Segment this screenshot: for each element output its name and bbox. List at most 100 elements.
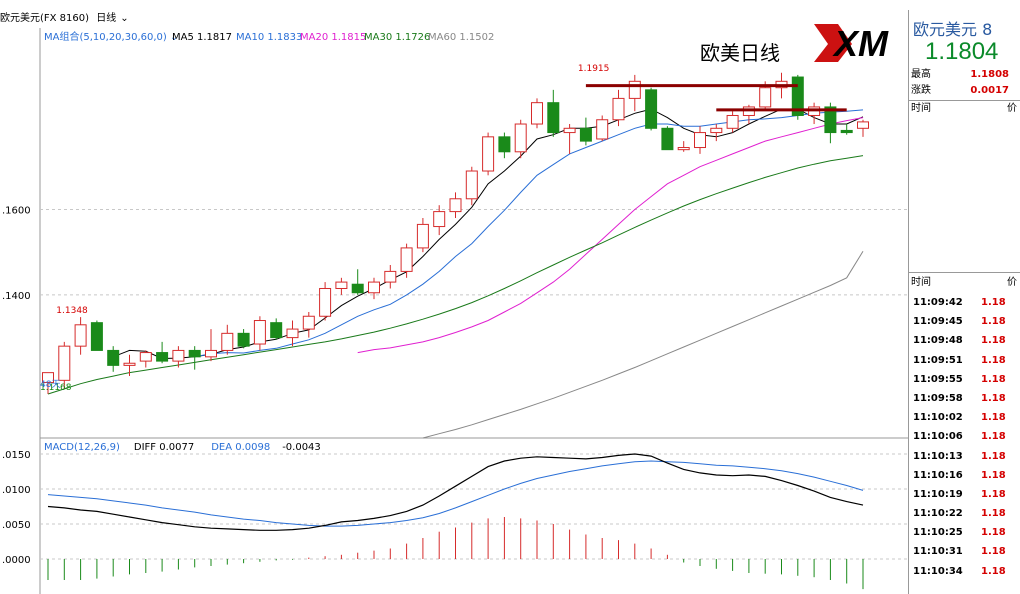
col-price: 价 xyxy=(1007,277,1017,288)
chart-svg: .1600 .1400 .0150 .0100 .0050 .0000 MA组合(5,10,… xyxy=(2,28,908,594)
tick-time: 11:09:58 xyxy=(913,392,963,404)
candle-body xyxy=(270,322,283,339)
candle-body xyxy=(677,147,690,151)
candle-body xyxy=(221,332,234,351)
high-value: 1.1808 xyxy=(970,69,1009,80)
ma-legend-item: MA5 1.1817 xyxy=(172,32,232,43)
tick-row: 11:10:34 1.18 xyxy=(909,562,1020,581)
price-annotation: 1.1915 xyxy=(578,64,610,74)
col-header-bottom: 时间 价 xyxy=(911,276,1019,290)
candle-body xyxy=(498,136,511,153)
candle-body xyxy=(645,89,658,129)
col-price: 价 xyxy=(1007,103,1017,114)
xm-logo: XM xyxy=(812,14,902,64)
tick-time: 11:10:31 xyxy=(913,546,963,558)
candle-body xyxy=(123,362,136,366)
ma-legend-item: MA30 1.1726 xyxy=(364,32,430,43)
tick-price: 1.18 xyxy=(981,431,1006,443)
macd-dea-line xyxy=(47,460,864,527)
tick-row: 11:10:13 1.18 xyxy=(909,447,1020,466)
candle-body xyxy=(90,322,103,351)
candle-body xyxy=(514,123,527,153)
tick-row: 11:09:58 1.18 xyxy=(909,389,1020,408)
macd-tick-label: .0000 xyxy=(2,555,31,566)
candle-body xyxy=(563,127,576,134)
tick-row: 11:10:16 1.18 xyxy=(909,466,1020,485)
macd-diff-line xyxy=(47,453,864,531)
tick-price: 1.18 xyxy=(981,546,1006,558)
ma-line-ma60 xyxy=(422,251,864,439)
tick-time: 11:10:16 xyxy=(913,469,963,481)
tick-row: 11:09:45 1.18 xyxy=(909,312,1020,331)
tick-row: 11:09:51 1.18 xyxy=(909,351,1020,370)
tick-price: 1.18 xyxy=(981,565,1006,577)
candle-body xyxy=(172,349,185,362)
candle-body xyxy=(612,97,625,121)
col-time: 时间 xyxy=(911,277,931,288)
macd-tick-label: .0050 xyxy=(2,520,31,531)
price-tick-label: .1600 xyxy=(2,205,31,216)
col-time: 时间 xyxy=(911,103,931,114)
tick-price: 1.18 xyxy=(981,412,1006,424)
candle-body xyxy=(694,132,706,149)
tick-time: 11:10:02 xyxy=(913,412,963,424)
candle-body xyxy=(400,247,413,272)
macd-legend-item: -0.0043 xyxy=(282,442,321,453)
candle-body xyxy=(596,119,609,140)
tick-time: 11:10:19 xyxy=(913,488,963,500)
col-header-top: 时间 价 xyxy=(911,102,1019,116)
tick-row: 11:09:48 1.18 xyxy=(909,331,1020,350)
candle-body xyxy=(531,102,543,125)
candle-body xyxy=(579,127,592,142)
candle-body xyxy=(547,102,560,134)
candle-body xyxy=(335,281,348,289)
quote-price: 1.1804 xyxy=(925,38,999,65)
tick-price: 1.18 xyxy=(981,373,1006,385)
tick-row: 11:10:06 1.18 xyxy=(909,427,1020,446)
quote-title: 欧元美元 8 xyxy=(913,20,993,39)
price-annotation: 48天 xyxy=(40,380,60,390)
overlay-title: 欧美日线 xyxy=(700,41,780,65)
tick-time: 11:09:42 xyxy=(913,297,963,308)
candle-body xyxy=(465,170,478,200)
tick-price: 1.18 xyxy=(981,392,1006,404)
candle-body xyxy=(286,328,299,339)
tick-price: 1.18 xyxy=(981,488,1006,500)
tick-time: 11:10:34 xyxy=(913,565,963,577)
candle-body xyxy=(237,332,250,347)
candle-body xyxy=(384,270,397,283)
candle-body xyxy=(368,281,380,294)
tick-price: 1.18 xyxy=(981,508,1006,520)
candle-body xyxy=(482,136,495,172)
ma-legend-item: MA60 1.1502 xyxy=(428,32,494,43)
tick-row: 11:10:02 1.18 xyxy=(909,408,1020,427)
tick-price: 1.18 xyxy=(981,316,1006,328)
tick-price: 1.18 xyxy=(981,335,1006,347)
tick-row: 11:09:55 1.18 xyxy=(909,370,1020,389)
tick-price: 1.18 xyxy=(981,297,1006,308)
candle-body xyxy=(139,352,152,362)
candle-body xyxy=(319,287,332,317)
logo-text: XM xyxy=(832,23,889,64)
tick-price: 1.18 xyxy=(981,527,1006,539)
candle-body xyxy=(857,121,869,129)
high-label: 最高 xyxy=(911,69,931,80)
tick-row: 11:09:42 1.18 xyxy=(909,293,1020,312)
candle-body xyxy=(58,345,71,381)
macd-legend-item: MACD(12,26,9) xyxy=(44,442,120,453)
candle-body xyxy=(74,324,87,347)
change-value: 0.0017 xyxy=(970,85,1009,96)
change-row: 涨跌 0.0017 xyxy=(911,84,1019,98)
tick-time: 11:09:45 xyxy=(913,316,963,328)
candle-body xyxy=(628,80,641,99)
tick-row: 11:10:31 1.18 xyxy=(909,542,1020,561)
candle-body xyxy=(726,114,739,129)
tick-row: 11:10:19 1.18 xyxy=(909,485,1020,504)
candle-body xyxy=(416,223,429,249)
candle-body xyxy=(253,320,266,345)
tick-time: 11:10:25 xyxy=(913,527,963,539)
candle-body xyxy=(351,283,364,294)
candle-body xyxy=(188,349,201,358)
change-label: 涨跌 xyxy=(911,85,931,96)
candle-body xyxy=(449,198,462,213)
